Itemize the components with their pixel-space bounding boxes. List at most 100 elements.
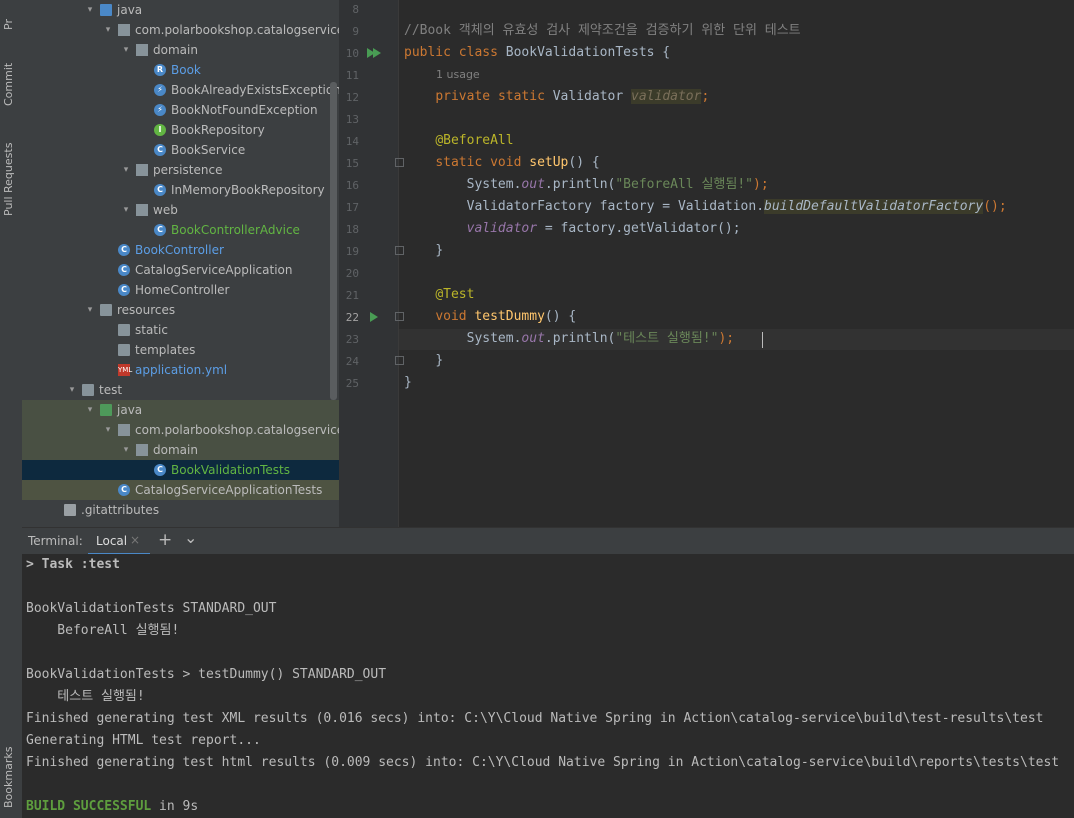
code-line-18[interactable]: }: [404, 240, 443, 262]
code-line-24[interactable]: }: [404, 372, 412, 394]
tree-item-inmemorybookrepository[interactable]: C InMemoryBookRepository: [22, 180, 339, 200]
method-name: setUp: [529, 155, 569, 170]
tree-item-catalogserviceapplication[interactable]: C CatalogServiceApplication: [22, 260, 339, 280]
add-tab-icon[interactable]: +: [158, 530, 172, 550]
package-icon: [136, 164, 148, 176]
folder-icon: [118, 344, 130, 356]
commit-tab[interactable]: Commit: [2, 44, 15, 106]
expand-arrow-icon[interactable]: ▾: [120, 440, 132, 460]
code-line-20[interactable]: @Test: [404, 284, 474, 306]
project-tab[interactable]: Pr: [2, 0, 15, 30]
code-text: .println(: [544, 331, 616, 346]
annotation: @Test: [435, 287, 475, 302]
line-number: 16: [345, 179, 359, 192]
expand-arrow-icon[interactable]: ▾: [66, 380, 78, 400]
pull-requests-tab[interactable]: Pull Requests: [2, 124, 15, 216]
tree-item-bookalreadyexistsexception[interactable]: ⚡ BookAlreadyExistsException: [22, 80, 339, 100]
fold-icon[interactable]: [395, 158, 404, 167]
code-line-17[interactable]: validator = factory.getValidator();: [404, 218, 741, 240]
tree-item-bookvalidationtests[interactable]: C BookValidationTests: [22, 460, 339, 480]
code-line-9[interactable]: //Book 객체의 유효성 검사 제약조건을 검증하기 위한 단위 테스트: [404, 20, 801, 42]
terminal-line: BookValidationTests STANDARD_OUT: [26, 601, 277, 616]
tree-item-label: domain: [153, 43, 198, 57]
line-number: 14: [345, 135, 359, 148]
tree-item-bookrepository[interactable]: I BookRepository: [22, 120, 339, 140]
folder-icon: [100, 4, 112, 16]
expand-arrow-icon[interactable]: ▾: [84, 0, 96, 20]
tree-item-catalogserviceapplicationtests[interactable]: C CatalogServiceApplicationTests: [22, 480, 339, 500]
static-method: buildDefaultValidatorFactory: [764, 199, 984, 214]
terminal-output[interactable]: [22, 554, 1074, 818]
tree-item-label: persistence: [153, 163, 223, 177]
tree-item-bookservice[interactable]: C BookService: [22, 140, 339, 160]
exception-icon: ⚡: [154, 84, 166, 96]
run-test-icon[interactable]: [370, 312, 378, 322]
tree-item-web[interactable]: ▾ web: [22, 200, 339, 220]
tree-item-java[interactable]: ▾ java: [22, 0, 339, 20]
line-number: 24: [345, 355, 359, 368]
tree-item-gitattributes[interactable]: .gitattributes: [22, 500, 339, 520]
code-text: .println(: [544, 177, 616, 192]
tree-item-label: .gitattributes: [81, 503, 160, 517]
code-line-21[interactable]: void testDummy() {: [404, 306, 576, 328]
tree-item-test[interactable]: ▾ test: [22, 380, 339, 400]
code-line-23[interactable]: }: [404, 350, 443, 372]
terminal-line: BeforeAll 실행됨!: [26, 623, 180, 638]
tree-item-label: BookValidationTests: [171, 463, 291, 477]
tree-item-static[interactable]: static: [22, 320, 339, 340]
expand-arrow-icon[interactable]: ▾: [84, 400, 96, 420]
fold-icon[interactable]: [395, 312, 404, 321]
tree-item-label: BookControllerAdvice: [171, 223, 300, 237]
expand-arrow-icon[interactable]: ▾: [102, 20, 114, 40]
project-tree[interactable]: ▾ java ▾ com.polarbookshop.catalogservice ▾ d…: [22, 0, 339, 527]
code-line-14[interactable]: static void setUp() {: [404, 152, 599, 174]
code-line-10[interactable]: public class BookValidationTests {: [404, 42, 670, 64]
tree-item-templates[interactable]: templates: [22, 340, 339, 360]
tree-item-domain[interactable]: ▾ domain: [22, 40, 339, 60]
tree-item-label: BookService: [171, 143, 246, 157]
code-line-15[interactable]: System.out.println("BeforeAll 실행됨!");: [404, 174, 769, 196]
tree-item-label: java: [117, 403, 143, 417]
tree-item-booknotfoundexception[interactable]: ⚡ BookNotFoundException: [22, 100, 339, 120]
bookmarks-tab[interactable]: Bookmarks: [2, 730, 15, 808]
terminal-line: Finished generating test XML results (0.…: [26, 711, 1044, 726]
class-icon: C: [118, 264, 130, 276]
file-icon: [64, 504, 76, 516]
class-icon: C: [154, 184, 166, 196]
tree-item-bookcontrolleradvice[interactable]: C BookControllerAdvice: [22, 220, 339, 240]
code-line-16[interactable]: ValidatorFactory factory = Validation.bu…: [404, 196, 1007, 218]
terminal-tab-local[interactable]: Local ×: [88, 528, 150, 556]
fold-icon[interactable]: [395, 356, 404, 365]
text-caret: [762, 332, 763, 348]
line-number: 20: [345, 267, 359, 280]
code-line-22[interactable]: System.out.println("테스트 실행됨!");: [404, 328, 734, 350]
tree-item-book[interactable]: R Book: [22, 60, 339, 80]
punctuation: }: [435, 243, 444, 258]
punctuation: );: [718, 331, 735, 346]
terminal-line: > Task :test: [26, 557, 120, 572]
tree-item-com-polarbookshop-catalogservice[interactable]: ▾ com.polarbookshop.catalogservice: [22, 420, 339, 440]
expand-arrow-icon[interactable]: ▾: [120, 40, 132, 60]
close-icon[interactable]: ×: [130, 533, 140, 547]
tree-item-application-yml[interactable]: YML application.yml: [22, 360, 339, 380]
code-line-11[interactable]: private static Validator validator;: [404, 86, 709, 108]
tree-item-com-polarbookshop-catalogservice[interactable]: ▾ com.polarbookshop.catalogservice: [22, 20, 339, 40]
expand-arrow-icon[interactable]: ▾: [84, 300, 96, 320]
tree-item-bookcontroller[interactable]: C BookController: [22, 240, 339, 260]
line-number: 12: [345, 91, 359, 104]
expand-arrow-icon[interactable]: ▾: [120, 200, 132, 220]
tree-item-resources[interactable]: ▾ resources: [22, 300, 339, 320]
usage-hint[interactable]: 1 usage: [436, 68, 480, 81]
run-class-icon-2[interactable]: [373, 48, 381, 58]
expand-arrow-icon[interactable]: ▾: [120, 160, 132, 180]
fold-icon[interactable]: [395, 246, 404, 255]
tree-item-java[interactable]: ▾ java: [22, 400, 339, 420]
tree-item-persistence[interactable]: ▾ persistence: [22, 160, 339, 180]
tree-item-domain[interactable]: ▾ domain: [22, 440, 339, 460]
code-line-13[interactable]: @BeforeAll: [404, 130, 513, 152]
project-tree-scrollbar[interactable]: [330, 82, 337, 400]
chevron-down-icon[interactable]: ⌄: [184, 528, 197, 547]
line-number: 23: [345, 333, 359, 346]
expand-arrow-icon[interactable]: ▾: [102, 420, 114, 440]
tree-item-homecontroller[interactable]: C HomeController: [22, 280, 339, 300]
